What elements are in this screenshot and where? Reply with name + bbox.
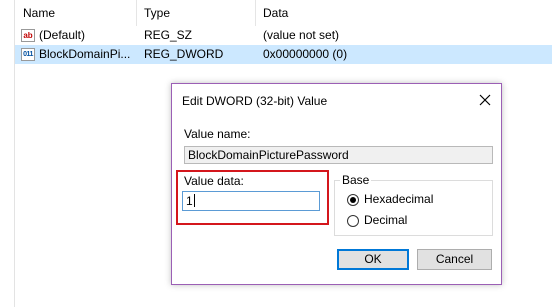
value-type: REG_DWORD bbox=[144, 47, 224, 61]
binary-value-icon: 011 bbox=[21, 48, 35, 61]
column-header-data[interactable]: Data bbox=[255, 0, 543, 26]
value-data: 0x00000000 (0) bbox=[263, 47, 348, 61]
value-data: (value not set) bbox=[263, 28, 340, 42]
hexadecimal-label[interactable]: Hexadecimal bbox=[364, 192, 433, 206]
value-name: (Default) bbox=[39, 28, 86, 42]
string-value-icon: ab bbox=[21, 29, 35, 42]
text-caret bbox=[193, 194, 195, 207]
column-header-type[interactable]: Type bbox=[136, 0, 257, 26]
dialog-title: Edit DWORD (32-bit) Value bbox=[182, 94, 328, 108]
decimal-label[interactable]: Decimal bbox=[364, 213, 407, 227]
close-icon[interactable] bbox=[477, 92, 493, 108]
dialog-titlebar[interactable]: Edit DWORD (32-bit) Value bbox=[172, 84, 501, 118]
tree-pane-edge bbox=[0, 0, 15, 307]
cancel-button[interactable]: Cancel bbox=[417, 249, 492, 270]
value-type: REG_SZ bbox=[144, 28, 193, 42]
value-name-field: BlockDomainPicturePassword bbox=[184, 146, 493, 164]
value-name-label: Value name: bbox=[184, 127, 251, 141]
list-item-selected[interactable]: 011 BlockDomainPi... REG_DWORD 0x0000000… bbox=[15, 45, 552, 64]
base-label: Base bbox=[340, 173, 372, 187]
list-item[interactable]: ab (Default) REG_SZ (value not set) bbox=[15, 26, 552, 45]
ok-button[interactable]: OK bbox=[337, 249, 409, 270]
radio-selected-dot bbox=[350, 197, 356, 203]
value-data-label: Value data: bbox=[184, 174, 244, 188]
column-header-name[interactable]: Name bbox=[15, 0, 136, 26]
hexadecimal-radio[interactable] bbox=[347, 194, 359, 206]
value-data-input[interactable]: 1 bbox=[182, 191, 320, 211]
decimal-radio[interactable] bbox=[347, 215, 359, 227]
base-groupbox bbox=[334, 180, 493, 236]
list-header: Name Type Data bbox=[15, 0, 552, 26]
edit-dword-dialog: Edit DWORD (32-bit) Value Value name: Bl… bbox=[171, 83, 502, 285]
value-name: BlockDomainPi... bbox=[39, 47, 131, 61]
value-data-text: 1 bbox=[186, 194, 193, 208]
